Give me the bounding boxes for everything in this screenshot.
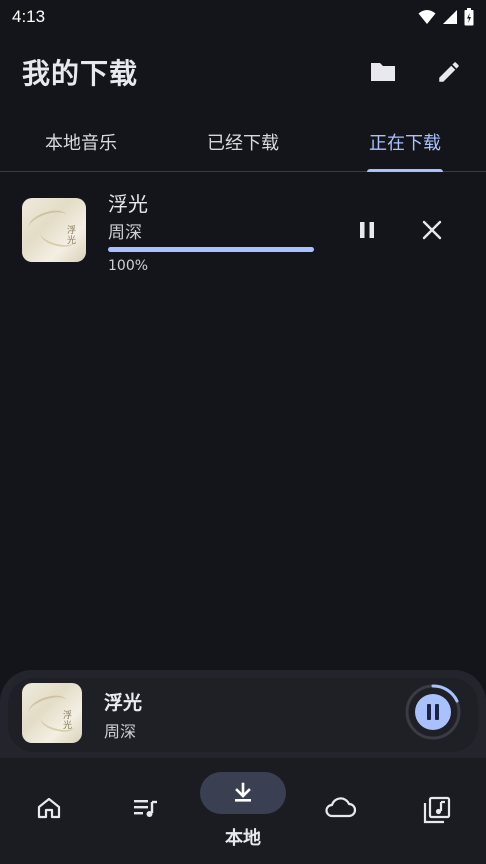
nav-home[interactable] [0,758,97,864]
folder-button[interactable] [368,57,398,87]
mini-player-title: 浮光 [104,692,143,714]
tab-label: 本地音乐 [45,132,117,154]
pause-circle-icon [405,684,461,740]
mini-player-cover: 浮光 [22,683,82,743]
status-time: 4:13 [12,7,46,26]
bottom-navigation: 本地 [0,758,486,864]
download-icon [235,782,251,802]
play-pause-button[interactable] [404,683,462,741]
edit-icon [439,62,459,82]
mini-player[interactable]: 浮光 浮光 周深 [0,670,486,760]
music-library-icon [424,796,451,824]
cloud-icon [325,797,357,818]
nav-music-library[interactable] [389,758,486,864]
nav-label: 本地 [225,828,261,849]
download-progress-bar [108,247,314,252]
tab-label: 正在下载 [369,132,441,154]
nav-cloud[interactable] [292,758,389,864]
download-tabs: 本地音乐 已经下载 正在下载 [0,112,486,172]
app-bar: 我的下载 [0,44,486,100]
tab-label: 已经下载 [207,132,279,154]
pause-icon [360,222,374,238]
mini-player-artist: 周深 [104,722,137,741]
page-title: 我的下载 [22,57,139,90]
nav-local[interactable]: 本地 [194,758,291,864]
tab-downloading[interactable]: 正在下载 [324,112,486,171]
pause-download-button[interactable] [352,215,382,245]
status-bar: 4:13 [0,0,486,34]
battery-icon [464,8,474,26]
edit-button[interactable] [434,57,464,87]
close-icon [422,220,442,240]
status-icons [418,8,474,26]
download-progress-label: 100% [108,258,149,274]
playlist-icon [133,800,157,817]
cellular-signal-icon [443,10,457,24]
nav-playlist[interactable] [97,758,194,864]
mini-player-card[interactable]: 浮光 浮光 周深 [8,678,478,752]
home-icon [37,797,60,819]
cancel-download-button[interactable] [417,215,447,245]
tab-local-music[interactable]: 本地音乐 [0,112,162,171]
wifi-icon [418,10,436,24]
song-title: 浮光 [108,192,148,216]
download-item[interactable]: 浮光 浮光 周深 100% [0,184,486,280]
tab-downloaded[interactable]: 已经下载 [162,112,324,171]
song-artist: 周深 [108,223,142,243]
download-progress-fill [108,247,314,252]
app-actions [368,57,464,87]
album-cover: 浮光 [22,198,86,262]
folder-icon [371,63,395,81]
